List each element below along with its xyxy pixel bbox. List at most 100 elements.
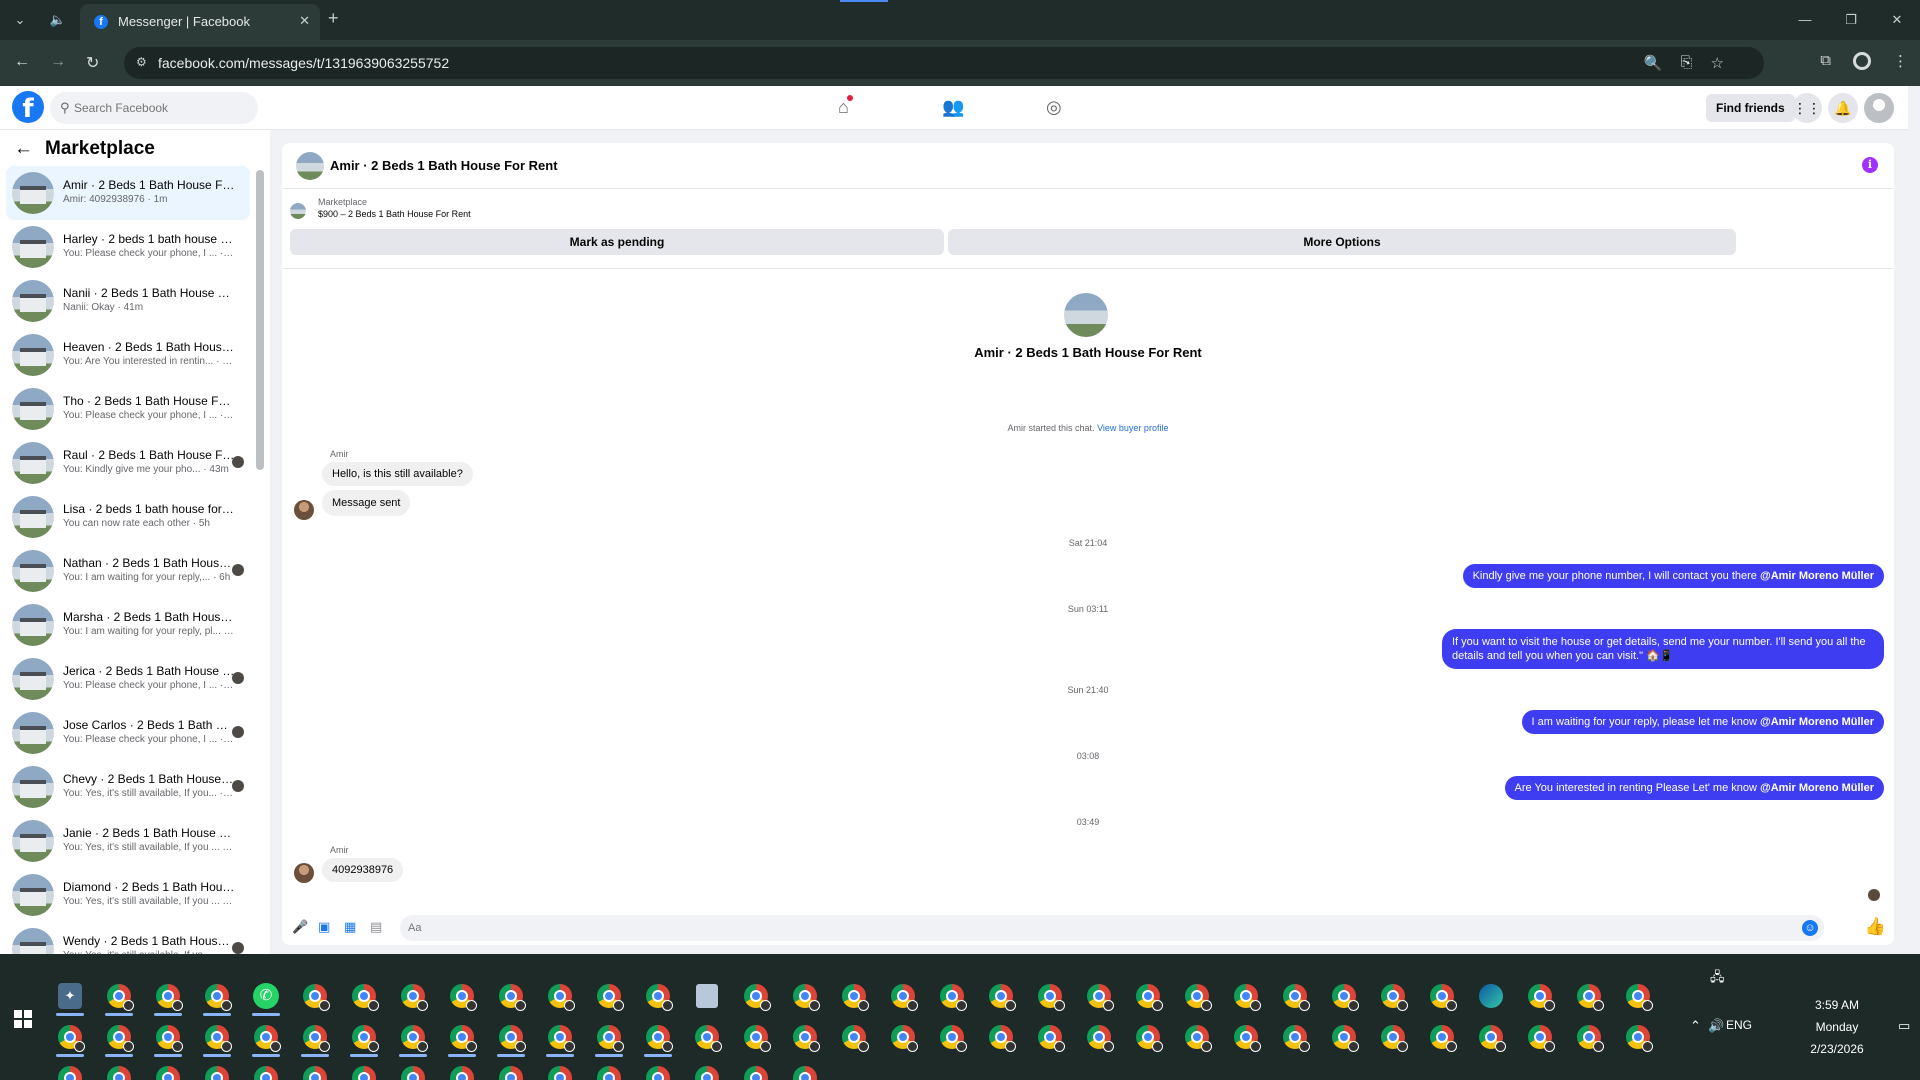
chrome-icon[interactable]: [1275, 978, 1315, 1014]
listing-thumbnail-small[interactable]: [290, 203, 306, 219]
extensions-puzzle-icon[interactable]: ⧉: [1820, 52, 1831, 70]
friends-icon[interactable]: 👥: [942, 97, 964, 118]
close-window-icon[interactable]: ✕: [1874, 0, 1920, 40]
whatsapp-icon[interactable]: ✆: [246, 978, 286, 1016]
conversation-item[interactable]: Jerica · 2 Beds 1 Bath House For Rent You…: [6, 652, 250, 706]
listing-title[interactable]: $900 – 2 Beds 1 Bath House For Rent: [318, 209, 471, 219]
chrome-icon[interactable]: [1079, 978, 1119, 1014]
chrome-icon[interactable]: [1226, 1019, 1266, 1055]
clock[interactable]: 3:59 AM Monday 2/23/2026: [1792, 994, 1882, 1060]
chrome-icon[interactable]: [638, 1060, 678, 1080]
chrome-icon[interactable]: [785, 1019, 825, 1055]
outgoing-message[interactable]: Kindly give me your phone number, I will…: [1462, 564, 1884, 588]
chrome-icon[interactable]: [50, 1060, 90, 1080]
chrome-icon[interactable]: [736, 978, 776, 1014]
chrome-icon[interactable]: [344, 1019, 384, 1057]
message-input[interactable]: [408, 915, 1788, 941]
chrome-icon[interactable]: [246, 1019, 286, 1057]
new-tab-button[interactable]: +: [328, 8, 339, 29]
chrome-icon[interactable]: [491, 1019, 531, 1057]
search-input[interactable]: [74, 92, 254, 124]
pinned-app-icon[interactable]: ✦: [50, 978, 90, 1016]
chrome-icon[interactable]: [491, 1060, 531, 1080]
url-text[interactable]: facebook.com/messages/t/1319639063255752: [158, 55, 449, 71]
muted-tab-speaker-icon[interactable]: 🔈: [44, 8, 72, 32]
tab-search-chevron-icon[interactable]: ⌄: [6, 8, 34, 32]
chrome-icon[interactable]: [1177, 1019, 1217, 1055]
chrome-icon[interactable]: [197, 1060, 237, 1080]
chrome-icon[interactable]: [1128, 1019, 1168, 1055]
conversation-item[interactable]: Heaven · 2 Beds 1 Bath House For Rent You…: [6, 328, 250, 382]
app-window-icon[interactable]: [687, 978, 727, 1014]
chrome-icon[interactable]: [785, 978, 825, 1014]
outgoing-message[interactable]: Are You interested in renting Please Let…: [1504, 776, 1884, 800]
chrome-icon[interactable]: [1422, 1019, 1462, 1055]
chrome-icon[interactable]: [197, 1019, 237, 1057]
chrome-icon[interactable]: [1422, 978, 1462, 1014]
facebook-search[interactable]: ⚲: [50, 92, 258, 124]
restore-icon[interactable]: ❐: [1828, 0, 1874, 40]
chat-title[interactable]: Amir · 2 Beds 1 Bath House For Rent: [330, 158, 558, 173]
view-buyer-profile-link[interactable]: View buyer profile: [1097, 423, 1168, 433]
chrome-icon[interactable]: [1079, 1019, 1119, 1055]
network-monitor-icon[interactable]: 🖧: [1710, 968, 1725, 990]
chrome-icon[interactable]: [491, 978, 531, 1014]
tab-close-icon[interactable]: ✕: [299, 13, 310, 29]
photo-icon[interactable]: ▣: [318, 919, 330, 935]
chrome-icon[interactable]: [344, 978, 384, 1014]
chrome-icon[interactable]: [540, 1019, 580, 1057]
emoji-icon[interactable]: ☺: [1802, 920, 1818, 936]
browser-menu-icon[interactable]: ⋮: [1893, 52, 1908, 70]
microphone-icon[interactable]: 🎤: [292, 919, 308, 935]
chrome-icon[interactable]: [736, 1019, 776, 1055]
address-bar[interactable]: ⚙ facebook.com/messages/t/13196390632557…: [124, 47, 1764, 79]
message-box[interactable]: ☺: [400, 915, 1824, 941]
chrome-icon[interactable]: [393, 1060, 433, 1080]
chrome-icon[interactable]: [736, 1060, 776, 1080]
chrome-icon[interactable]: [589, 1060, 629, 1080]
conversation-item[interactable]: Marsha · 2 Beds 1 Bath House For Rent You…: [6, 598, 250, 652]
chrome-icon[interactable]: [1324, 978, 1364, 1014]
bookmark-star-icon[interactable]: ☆: [1711, 54, 1724, 72]
incoming-message[interactable]: Message sent: [322, 490, 411, 516]
back-arrow-icon[interactable]: ←: [14, 138, 33, 159]
chrome-icon[interactable]: [1030, 1019, 1070, 1055]
install-app-icon[interactable]: ⎘: [1681, 54, 1693, 72]
chrome-icon[interactable]: [442, 1019, 482, 1057]
back-arrow-icon[interactable]: ←: [14, 53, 30, 71]
chrome-icon[interactable]: [932, 978, 972, 1014]
minimize-icon[interactable]: —: [1782, 0, 1828, 40]
chrome-icon[interactable]: [1618, 1019, 1658, 1055]
chrome-icon[interactable]: [295, 1060, 335, 1080]
chrome-icon[interactable]: [540, 978, 580, 1014]
chrome-icon[interactable]: [295, 978, 335, 1014]
chrome-icon[interactable]: [883, 978, 923, 1014]
chrome-icon[interactable]: [981, 1019, 1021, 1055]
chrome-icon[interactable]: [1471, 1019, 1511, 1055]
show-hidden-icons-chevron-icon[interactable]: ⌃: [1690, 1018, 1701, 1034]
chrome-icon[interactable]: [589, 1019, 629, 1057]
outgoing-message[interactable]: I am waiting for your reply, please let …: [1521, 710, 1884, 734]
chrome-icon[interactable]: [589, 978, 629, 1014]
chrome-icon[interactable]: [148, 1060, 188, 1080]
info-icon[interactable]: i: [1862, 157, 1878, 173]
chrome-icon[interactable]: [99, 1060, 139, 1080]
sender-avatar[interactable]: [294, 863, 314, 883]
mention-link[interactable]: @Amir Moreno Müller: [1760, 782, 1874, 794]
conversation-item[interactable]: Chevy · 2 Beds 1 Bath House For Rent You:…: [6, 760, 250, 814]
conversation-item[interactable]: Nanii · 2 Beds 1 Bath House For Rent Nani…: [6, 274, 250, 328]
sender-avatar[interactable]: [294, 500, 314, 520]
chrome-icon[interactable]: [442, 1060, 482, 1080]
chrome-icon[interactable]: [1030, 978, 1070, 1014]
chrome-icon[interactable]: [1373, 1019, 1413, 1055]
incoming-message[interactable]: 4092938976: [322, 858, 404, 882]
chrome-icon[interactable]: [638, 1019, 678, 1057]
site-info-icon[interactable]: ⚙: [136, 55, 147, 69]
chrome-icon[interactable]: [1177, 978, 1217, 1014]
chrome-icon[interactable]: [1373, 978, 1413, 1014]
conversation-item[interactable]: Tho · 2 Beds 1 Bath House For Rent You: P…: [6, 382, 250, 436]
mark-as-pending-button[interactable]: Mark as pending: [290, 229, 944, 255]
find-friends-button[interactable]: Find friends: [1706, 94, 1795, 122]
chrome-icon[interactable]: [1618, 978, 1658, 1014]
language-indicator[interactable]: ENG: [1726, 1018, 1752, 1032]
